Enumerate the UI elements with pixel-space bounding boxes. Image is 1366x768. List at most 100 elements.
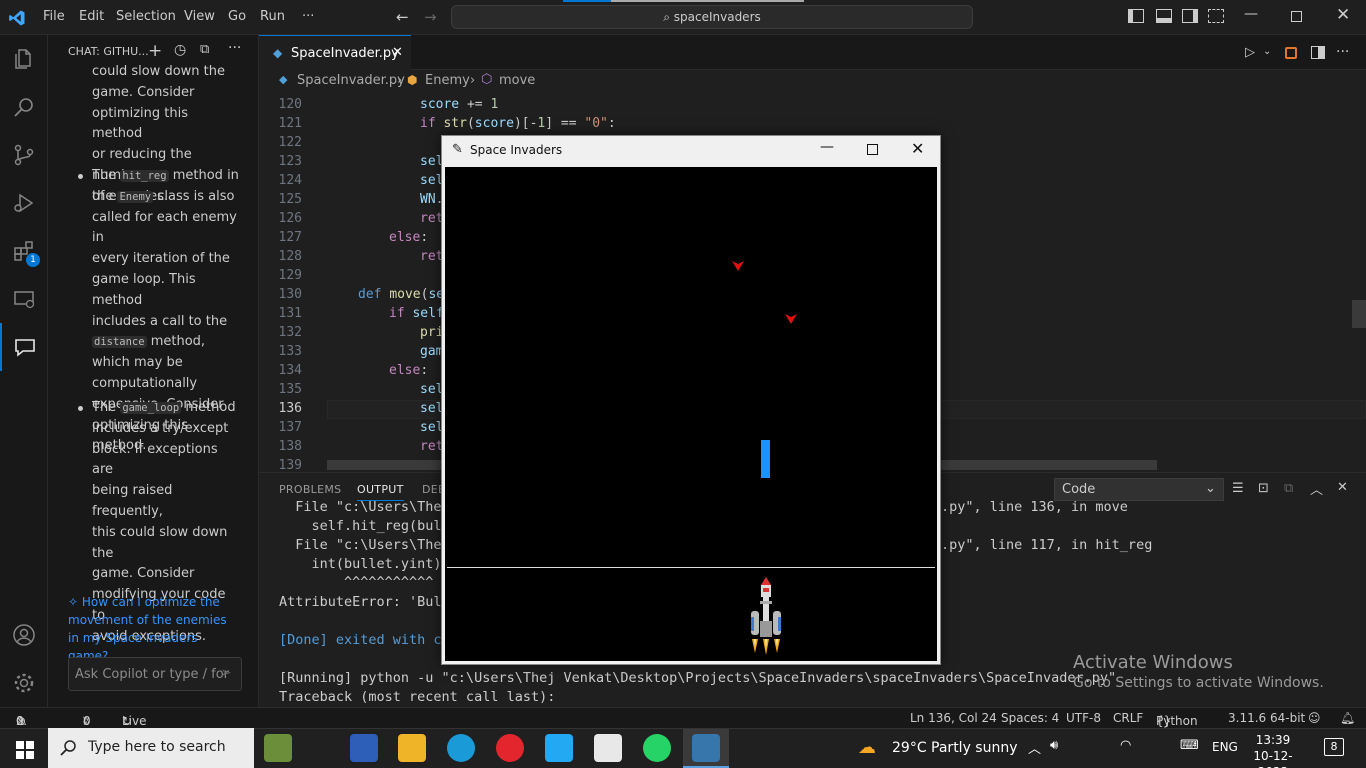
menu-more[interactable]: ··· (302, 9, 314, 24)
minimize-icon[interactable]: — (820, 139, 834, 155)
notifications-bell-icon[interactable]: 🔔︎ (1340, 711, 1355, 725)
new-chat-icon[interactable]: + (148, 41, 162, 61)
menu-go[interactable]: Go (228, 9, 246, 24)
weather-icon: ☁ (858, 737, 876, 758)
class-icon: ⬢ (407, 73, 418, 87)
vscode-logo-icon (9, 10, 25, 26)
split-editor-icon[interactable] (1311, 46, 1325, 59)
run-dropdown-icon[interactable]: ⌄ (1263, 46, 1271, 57)
widgets-icon[interactable] (264, 734, 292, 762)
breadcrumb-file[interactable]: SpaceInvader.py (297, 73, 405, 88)
open-in-editor-icon[interactable]: ⧉ (200, 42, 209, 57)
python-taskbar-item[interactable] (683, 729, 729, 768)
windows-start-icon[interactable] (16, 741, 34, 759)
code-line: else: (389, 363, 429, 378)
toggle-sidebar-icon[interactable] (1128, 9, 1144, 23)
tab-problems[interactable]: PROBLEMS (279, 483, 341, 496)
lock-scroll-icon[interactable]: ⊡ (1258, 481, 1269, 496)
close-panel-icon[interactable]: ✕ (1337, 480, 1348, 495)
chat-icon[interactable] (0, 323, 48, 371)
close-tab-icon[interactable]: ✕ (392, 45, 403, 60)
line-number: 130 (278, 287, 302, 302)
encoding[interactable]: UTF-8 (1066, 711, 1101, 725)
history-icon[interactable]: ◷ (174, 42, 186, 58)
text-line: which may be (92, 355, 183, 371)
breadcrumb-class[interactable]: Enemy (425, 73, 470, 88)
close-window-icon[interactable]: ✕ (1336, 5, 1350, 25)
python-interpreter[interactable]: 3.11.6 64-bit (1228, 711, 1305, 725)
game-window[interactable]: ✎ Space Invaders — ✕ (441, 135, 941, 665)
extensions-icon[interactable]: 1 (0, 227, 48, 275)
accounts-icon[interactable] (0, 611, 48, 659)
line-number: 123 (278, 154, 302, 169)
chat-input[interactable]: Ask Copilot or type / for ➢ (68, 657, 242, 691)
vertical-scrollbar[interactable] (1352, 300, 1366, 328)
cursor-position[interactable]: Ln 136, Col 24 (910, 711, 997, 725)
menu-run[interactable]: Run (260, 9, 285, 24)
notepad-icon[interactable] (594, 734, 622, 762)
menu-file[interactable]: File (43, 9, 65, 24)
stop-icon[interactable] (1285, 47, 1297, 59)
taskbar-search[interactable]: Type here to search (48, 728, 254, 768)
breadcrumb-method[interactable]: move (499, 73, 535, 88)
back-arrow-icon[interactable]: ← (396, 8, 409, 26)
text-fragment: method, (150, 334, 206, 350)
output-channel-select[interactable]: Code ⌄ (1054, 478, 1224, 501)
close-window-icon[interactable]: ✕ (911, 139, 924, 158)
remote-explorer-icon[interactable] (0, 275, 48, 323)
source-control-icon[interactable] (0, 131, 48, 179)
forward-arrow-icon[interactable]: → (424, 8, 437, 26)
follow-up-suggestion[interactable]: ✧ How can I optimize the movement of the… (68, 593, 238, 665)
text-fragment: method (185, 400, 236, 415)
tab-spaceinvader[interactable]: ◆ SpaceInvader.py ✕ (259, 35, 411, 70)
status-bar: ⊗ 0 ⚠ 0 ʬ 0 ↻ Live Share Ln 136, Col 24 … (0, 707, 1366, 742)
keyboard-icon[interactable]: ⌨ (1180, 738, 1199, 753)
search-icon (60, 740, 76, 756)
run-python-icon[interactable]: ▷ (1245, 45, 1255, 60)
command-center[interactable]: ⌕ spaceInvaders (451, 5, 973, 29)
edge-icon[interactable] (447, 734, 475, 762)
menu-edit[interactable]: Edit (79, 9, 104, 24)
send-icon[interactable]: ➢ (220, 665, 232, 681)
weather-text[interactable]: 29°C Partly sunny (892, 740, 1018, 756)
menu-selection[interactable]: Selection (116, 9, 176, 24)
media-player-icon[interactable] (496, 734, 524, 762)
input-language[interactable]: ENG (1212, 740, 1238, 754)
restore-icon[interactable] (1291, 11, 1302, 22)
maximize-panel-icon[interactable]: ︿ (1310, 479, 1323, 498)
more-actions-icon[interactable]: ··· (228, 40, 241, 56)
clear-output-icon[interactable]: ☰ (1232, 481, 1244, 496)
search-icon[interactable] (0, 83, 48, 131)
text-line: optimizing this method (92, 105, 188, 142)
line-endings[interactable]: CRLF (1113, 711, 1143, 725)
whatsapp-icon[interactable] (643, 734, 671, 762)
editor-more-icon[interactable]: ··· (1336, 44, 1349, 60)
clock[interactable]: 13:39 10-12-2023 (1248, 732, 1298, 768)
wifi-icon[interactable]: ◠ (1120, 738, 1131, 753)
tray-expand-icon[interactable]: ︿ (1028, 738, 1041, 757)
text-line: block. If exceptions are (92, 441, 218, 478)
volume-icon[interactable]: 🔊︎ (1050, 738, 1058, 753)
minimize-icon[interactable]: — (1244, 6, 1258, 22)
text-line: includes a try/except (92, 420, 229, 436)
vscode-taskbar-icon[interactable] (545, 734, 573, 762)
notification-center-icon[interactable]: 8 (1324, 738, 1344, 756)
menu-view[interactable]: View (184, 9, 215, 24)
toggle-panel-icon[interactable] (1156, 9, 1172, 23)
run-debug-icon[interactable] (0, 179, 48, 227)
code-line: ret (420, 439, 444, 454)
maximize-icon[interactable] (867, 144, 878, 155)
copilot-icon[interactable]: ☺ (1308, 711, 1321, 725)
settings-gear-icon[interactable] (0, 659, 48, 707)
line-number: 124 (278, 173, 302, 188)
indentation[interactable]: Spaces: 4 (1001, 711, 1059, 725)
text-fragment: the (92, 188, 114, 204)
powershell-icon[interactable] (350, 734, 378, 762)
customize-layout-icon[interactable] (1208, 9, 1224, 23)
open-log-icon[interactable]: ⧉ (1284, 481, 1293, 496)
file-explorer-icon[interactable] (398, 734, 426, 762)
text-line: game loop. This method (92, 271, 196, 308)
toggle-secondary-sidebar-icon[interactable] (1182, 9, 1198, 23)
game-canvas[interactable] (445, 167, 937, 661)
explorer-icon[interactable] (0, 35, 48, 83)
